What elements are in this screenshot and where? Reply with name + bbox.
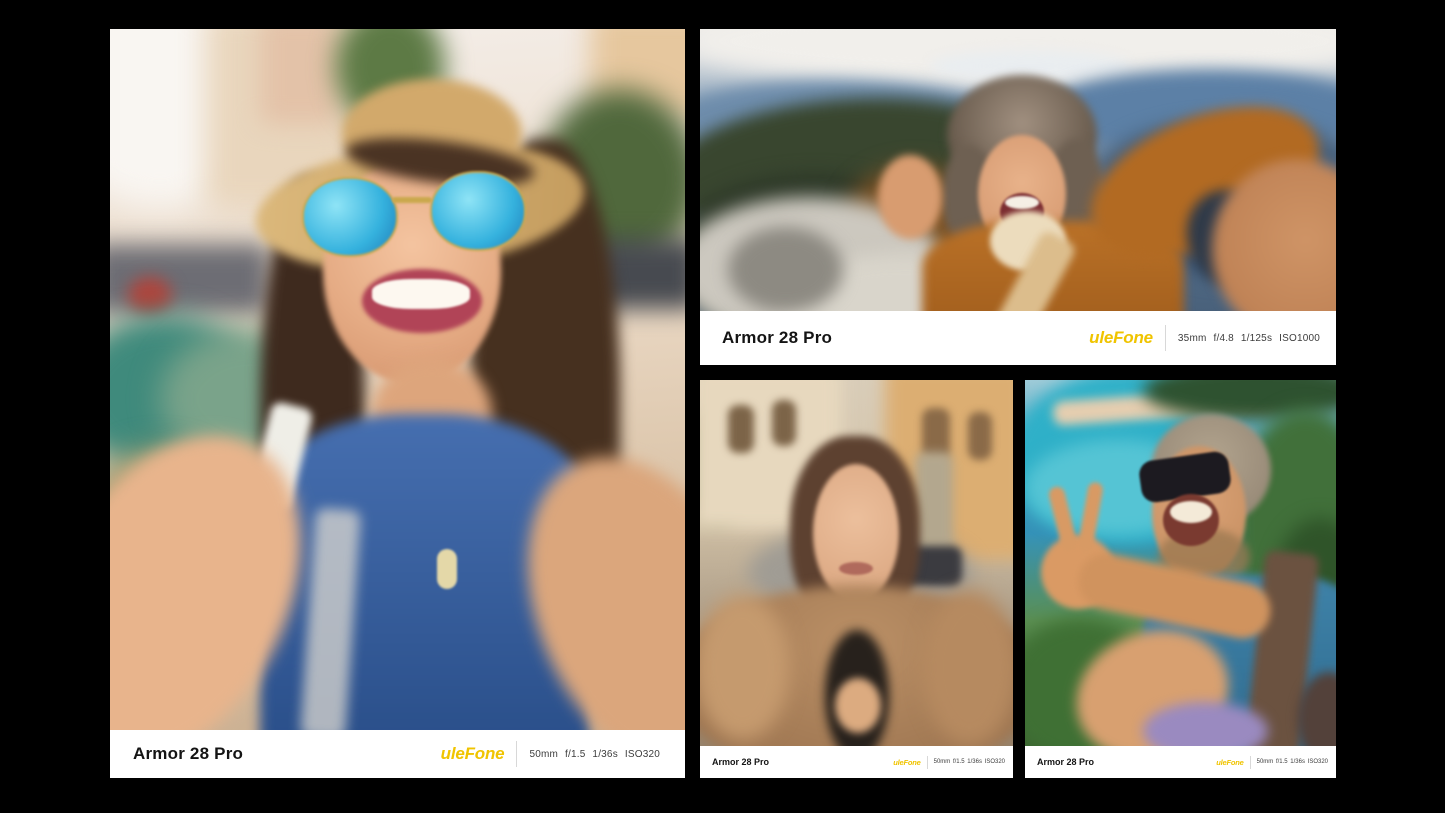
photo-woman-street-portrait [700, 380, 1013, 746]
art-face-woman [813, 464, 899, 602]
caption-divider [927, 756, 928, 769]
art-coat-fluff-right [922, 590, 1013, 745]
art-window-4 [968, 412, 992, 460]
art-lips [839, 562, 873, 575]
art-window-2 [772, 400, 796, 446]
ulefone-logo: uleFone [1089, 328, 1153, 348]
art-sunglasses-bridge [392, 197, 432, 203]
photo-card-left: Armor 28 Pro uleFone 50mm f/1.5 1/36s IS… [110, 29, 685, 778]
exif-info: 50mm f/1.5 1/36s ISO320 [1257, 759, 1328, 765]
photo-woman-city-selfie [110, 29, 685, 730]
product-name: Armor 28 Pro [712, 757, 769, 767]
caption-bar: Armor 28 Pro uleFone 50mm f/1.5 1/36s IS… [1025, 746, 1336, 778]
ulefone-logo: uleFone [1216, 758, 1243, 767]
art-beckoning-hand [878, 155, 942, 239]
photo-card-bottom-middle: Armor 28 Pro uleFone 50mm f/1.5 1/36s IS… [700, 380, 1013, 778]
art-sunglasses-right-lens [430, 171, 526, 251]
ulefone-logo: uleFone [893, 758, 920, 767]
product-name: Armor 28 Pro [722, 328, 832, 348]
art-teeth-lake-man [1170, 501, 1212, 523]
caption-bar: Armor 28 Pro uleFone 35mm f/4.8 1/125s I… [700, 311, 1336, 365]
art-fountain [915, 452, 953, 554]
photo-card-bottom-right: Armor 28 Pro uleFone 50mm f/1.5 1/36s IS… [1025, 380, 1336, 778]
art-cross-pendant [437, 549, 457, 589]
caption-bar: Armor 28 Pro uleFone 50mm f/1.5 1/36s IS… [700, 746, 1013, 778]
exif-info: 35mm f/4.8 1/125s ISO1000 [1178, 333, 1320, 344]
product-name: Armor 28 Pro [133, 744, 243, 764]
caption-bar: Armor 28 Pro uleFone 50mm f/1.5 1/36s IS… [110, 730, 685, 778]
photo-man-lake-selfie [1025, 380, 1336, 746]
caption-divider [1165, 325, 1166, 351]
art-window-1 [728, 405, 754, 453]
art-teeth [372, 279, 470, 309]
exif-info: 50mm f/1.5 1/36s ISO320 [934, 759, 1005, 765]
art-rock-shadow [728, 227, 843, 311]
art-hand-woman [835, 678, 881, 733]
product-name: Armor 28 Pro [1037, 757, 1094, 767]
photo-collage-canvas: Armor 28 Pro uleFone 50mm f/1.5 1/36s IS… [0, 0, 1445, 813]
art-building-pink [260, 29, 340, 124]
photo-card-top-right: Armor 28 Pro uleFone 35mm f/4.8 1/125s I… [700, 29, 1336, 365]
photo-man-mountain-selfie [700, 29, 1336, 311]
art-teeth-man [1005, 196, 1039, 209]
art-sunglasses-left-lens [302, 177, 398, 257]
art-red-detail [128, 277, 172, 315]
exif-info: 50mm f/1.5 1/36s ISO320 [529, 749, 660, 760]
ulefone-logo: uleFone [441, 744, 505, 764]
caption-divider [1250, 756, 1251, 769]
caption-divider [516, 741, 517, 767]
